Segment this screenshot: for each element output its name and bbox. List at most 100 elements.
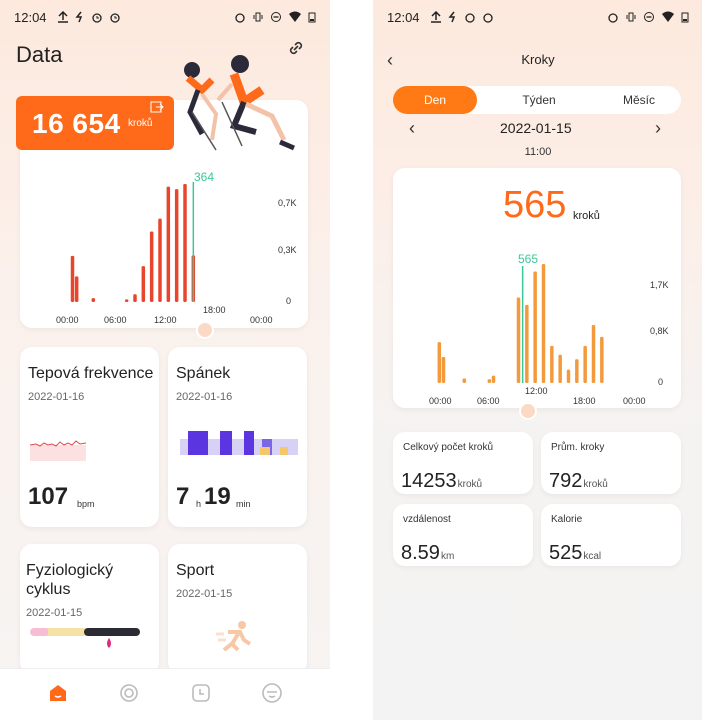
heart-rate-card[interactable]: Tepová frekvence 2022-01-16 107 bpm [20,347,159,527]
stat-unit: kcal [583,551,602,562]
chart-bar [575,359,579,383]
alarm-icon [109,13,120,23]
chart-bar [174,189,179,302]
stat-card-distance: vzdálenost 8.59km [393,504,533,566]
stat-card-average-steps: Prům. kroky 792kroků [541,432,681,494]
chart-scrubber-handle[interactable] [519,402,537,420]
sleep-date: 2022-01-16 [176,391,233,403]
stat-value: 8.59 [401,542,440,564]
stat-value-wrap: 792kroků [549,470,608,493]
alarm-icon [235,13,245,23]
status-time: 12:04 [387,9,420,25]
chart-scrubber-handle[interactable] [196,321,214,339]
chart-bar [516,297,521,383]
chart-bar [591,324,596,383]
cycle-date: 2022-01-15 [26,607,83,619]
page-title: Data [16,42,63,67]
activity-icon[interactable] [117,681,141,705]
chart-bar [491,375,496,383]
status-bar: 12:04 [373,0,702,34]
home-icon[interactable] [46,681,70,705]
chart-bar [525,304,529,383]
cycle-title-line2: cyklus [26,581,71,598]
previous-date-button[interactable]: ‹ [409,118,415,139]
activity-status-icon [447,11,455,23]
clock-icon[interactable] [189,681,213,705]
x-tick: 06:00 [104,315,127,325]
chart-bar [541,264,546,383]
alarm-icon [464,13,475,23]
alarm-icon [482,13,493,23]
stat-unit: km [440,551,455,562]
stat-unit: kroků [457,479,483,490]
chart-bar [133,294,137,302]
stat-value: 525 [549,542,583,564]
chart-bar [462,378,467,383]
stat-card-total-steps: Celkový počet kroků 14253kroků [393,432,533,494]
y-tick: 0,7K [278,198,297,208]
tab-day[interactable]: Den [393,86,477,114]
heart-rate-title: Tepová frekvence [28,365,154,382]
chart-bar [550,345,554,383]
x-tick: 18:00 [203,305,226,315]
next-date-button[interactable]: › [655,118,661,139]
sleep-stage-chart [180,431,298,455]
status-bar: 12:04 [0,0,330,34]
alarm-icon [608,13,618,23]
alarm-icon [91,13,102,23]
data-screen: 12:04 Data 16 654 kroků 364 0,7K 0,3K 0 … [0,0,330,720]
profile-icon[interactable] [260,681,284,705]
chart-bar [166,186,171,302]
stat-value-wrap: 525kcal [549,542,601,565]
dnd-icon [271,12,281,22]
selected-hour: 11:00 [524,146,552,158]
wifi-icon [662,11,674,22]
steps-hour-unit: kroků [573,210,600,222]
upload-icon [57,11,68,23]
sport-card[interactable]: Sport 2022-01-15 [168,544,307,674]
wifi-icon [289,11,301,22]
steps-total-unit: kroků [128,118,153,129]
chart-bar [600,336,604,383]
x-tick: 06:00 [477,396,500,406]
sleep-minutes-unit: min [236,499,251,509]
y-tick: 0 [286,296,292,306]
vibrate-icon [253,12,263,22]
chart-bar [91,298,96,302]
cycle-card[interactable]: Fyziologický cyklus 2022-01-15 [20,544,159,674]
chart-bar [141,266,146,302]
x-tick: 00:00 [429,396,452,406]
chart-bar [183,184,187,302]
sleep-card[interactable]: Spánek 2022-01-16 7 h 19 min [168,347,307,527]
open-icon[interactable] [150,100,164,114]
x-tick: 00:00 [623,396,646,406]
chart-bar [158,218,162,302]
steps-total-badge[interactable]: 16 654 kroků [16,96,174,150]
tab-month[interactable]: Měsíc [597,86,681,114]
cycle-title-line1: Fyziologický [26,562,114,579]
chart-bar [70,255,75,302]
y-tick: 0,8K [650,326,669,336]
dnd-icon [644,12,654,22]
stat-value-wrap: 8.59km [401,542,454,565]
page-title: Kroky [521,52,555,67]
chart-bar [533,271,537,383]
cycle-phase-bar [30,628,140,648]
chart-bar [437,342,442,383]
chart-highlight-label: 565 [518,252,539,266]
activity-status-icon [74,11,82,23]
stat-value-wrap: 14253kroků [401,470,482,493]
chart-bar [74,276,79,302]
chart-bar [149,231,154,302]
x-tick: 12:00 [525,386,548,396]
heart-rate-sparkline [30,440,87,461]
stat-unit: kroků [583,479,608,490]
stat-label: Celkový počet kroků [403,442,494,453]
chart-bar [558,354,562,383]
y-tick: 0 [658,377,664,387]
status-time: 12:04 [14,9,47,25]
x-tick: 12:00 [154,315,177,325]
x-tick: 18:00 [573,396,596,406]
tab-week[interactable]: Týden [497,86,581,114]
sleep-hours-unit: h [196,499,202,509]
